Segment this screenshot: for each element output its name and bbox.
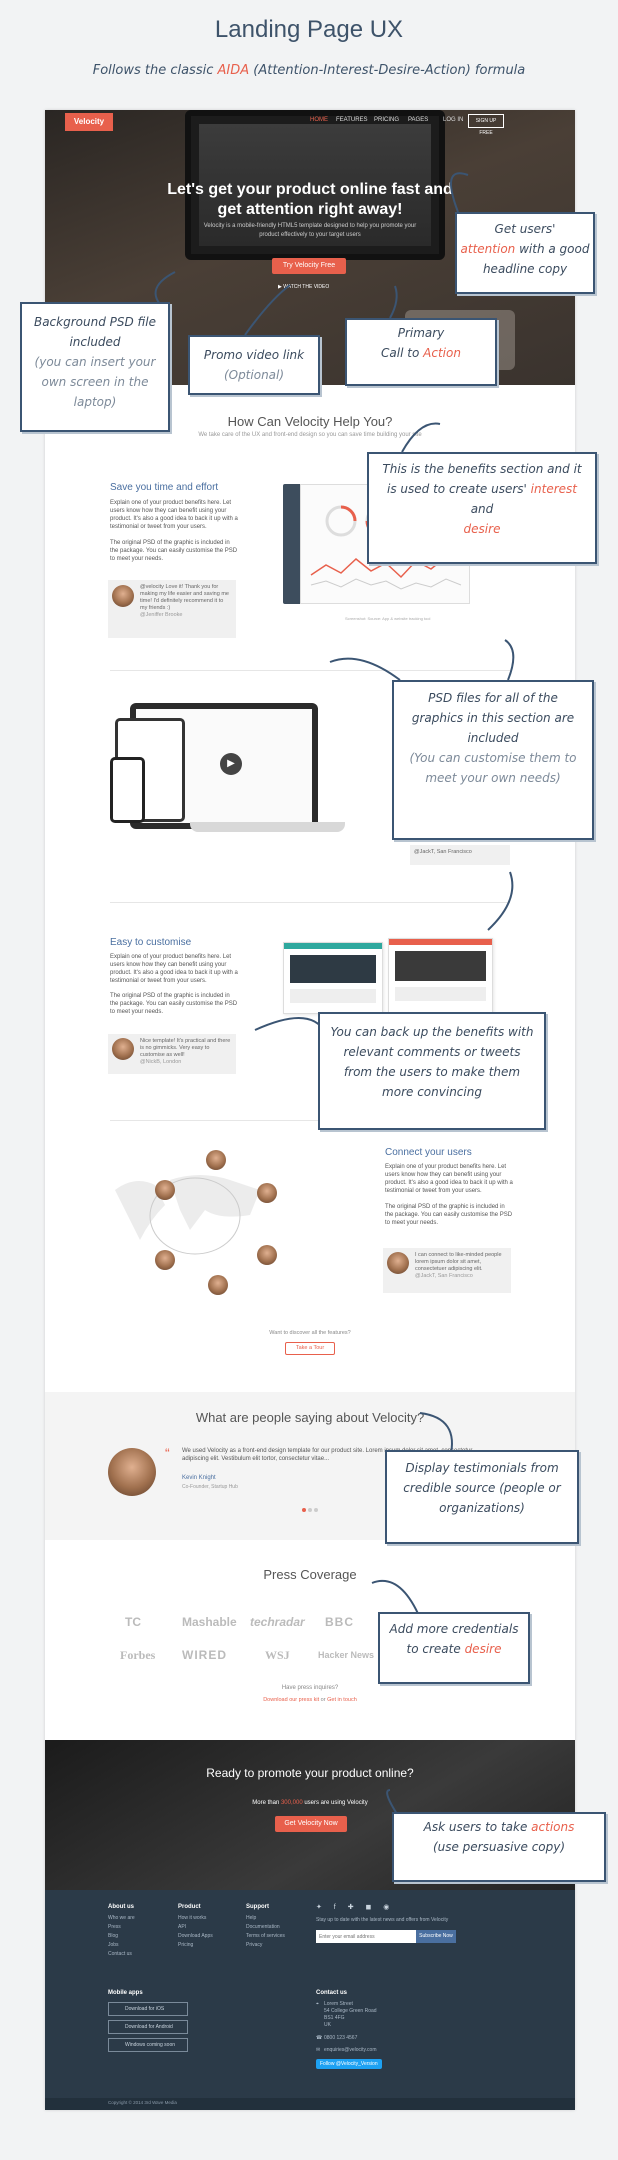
callout-primary-cta: Primary Call to Action: [345, 318, 497, 386]
callout-background: Background PSD file included (you can ins…: [20, 302, 170, 432]
callout-highlight: interest: [530, 482, 577, 496]
callout-highlight: actions: [531, 1820, 575, 1834]
callout-psd: PSD files for all of the graphics in thi…: [392, 680, 594, 840]
callout-highlight: desire: [463, 522, 501, 536]
callout-text: Display testimonials from credible sourc…: [403, 1461, 561, 1515]
callout-benefits: This is the benefits section and it is u…: [367, 452, 597, 564]
callout-actions: Ask users to take actions (use persuasive…: [392, 1812, 606, 1882]
callout-text: Primary: [397, 326, 445, 340]
callout-subtext: (you can insert your own screen in the l…: [34, 355, 156, 409]
callout-text: Promo video link: [203, 348, 305, 362]
callout-text: and: [470, 502, 494, 516]
callout-attention: Get users' attention with a good headline…: [455, 212, 595, 294]
callout-highlight: attention: [460, 242, 516, 256]
callout-text: Background PSD file included: [33, 315, 157, 349]
callout-credentials: Add more credentials to create desire: [378, 1612, 530, 1684]
callout-text: Get users': [494, 222, 556, 236]
callout-text: Ask users to take: [423, 1820, 528, 1834]
callout-promo-video: Promo video link (Optional): [188, 335, 320, 395]
callout-highlight: Action: [423, 346, 461, 360]
callout-subtext: (Optional): [223, 368, 285, 382]
callout-text: PSD files for all of the graphics in thi…: [411, 691, 575, 745]
callout-highlight: desire: [464, 1642, 502, 1656]
callout-testimonials: Display testimonials from credible sourc…: [385, 1450, 579, 1544]
callout-backup: You can back up the benefits with releva…: [318, 1012, 546, 1130]
callout-text: Call to: [381, 346, 420, 360]
callout-text: You can back up the benefits with releva…: [330, 1025, 534, 1099]
callout-subtext: (You can customise them to meet your own…: [409, 751, 577, 785]
callout-text: (use persuasive copy): [432, 1840, 566, 1854]
